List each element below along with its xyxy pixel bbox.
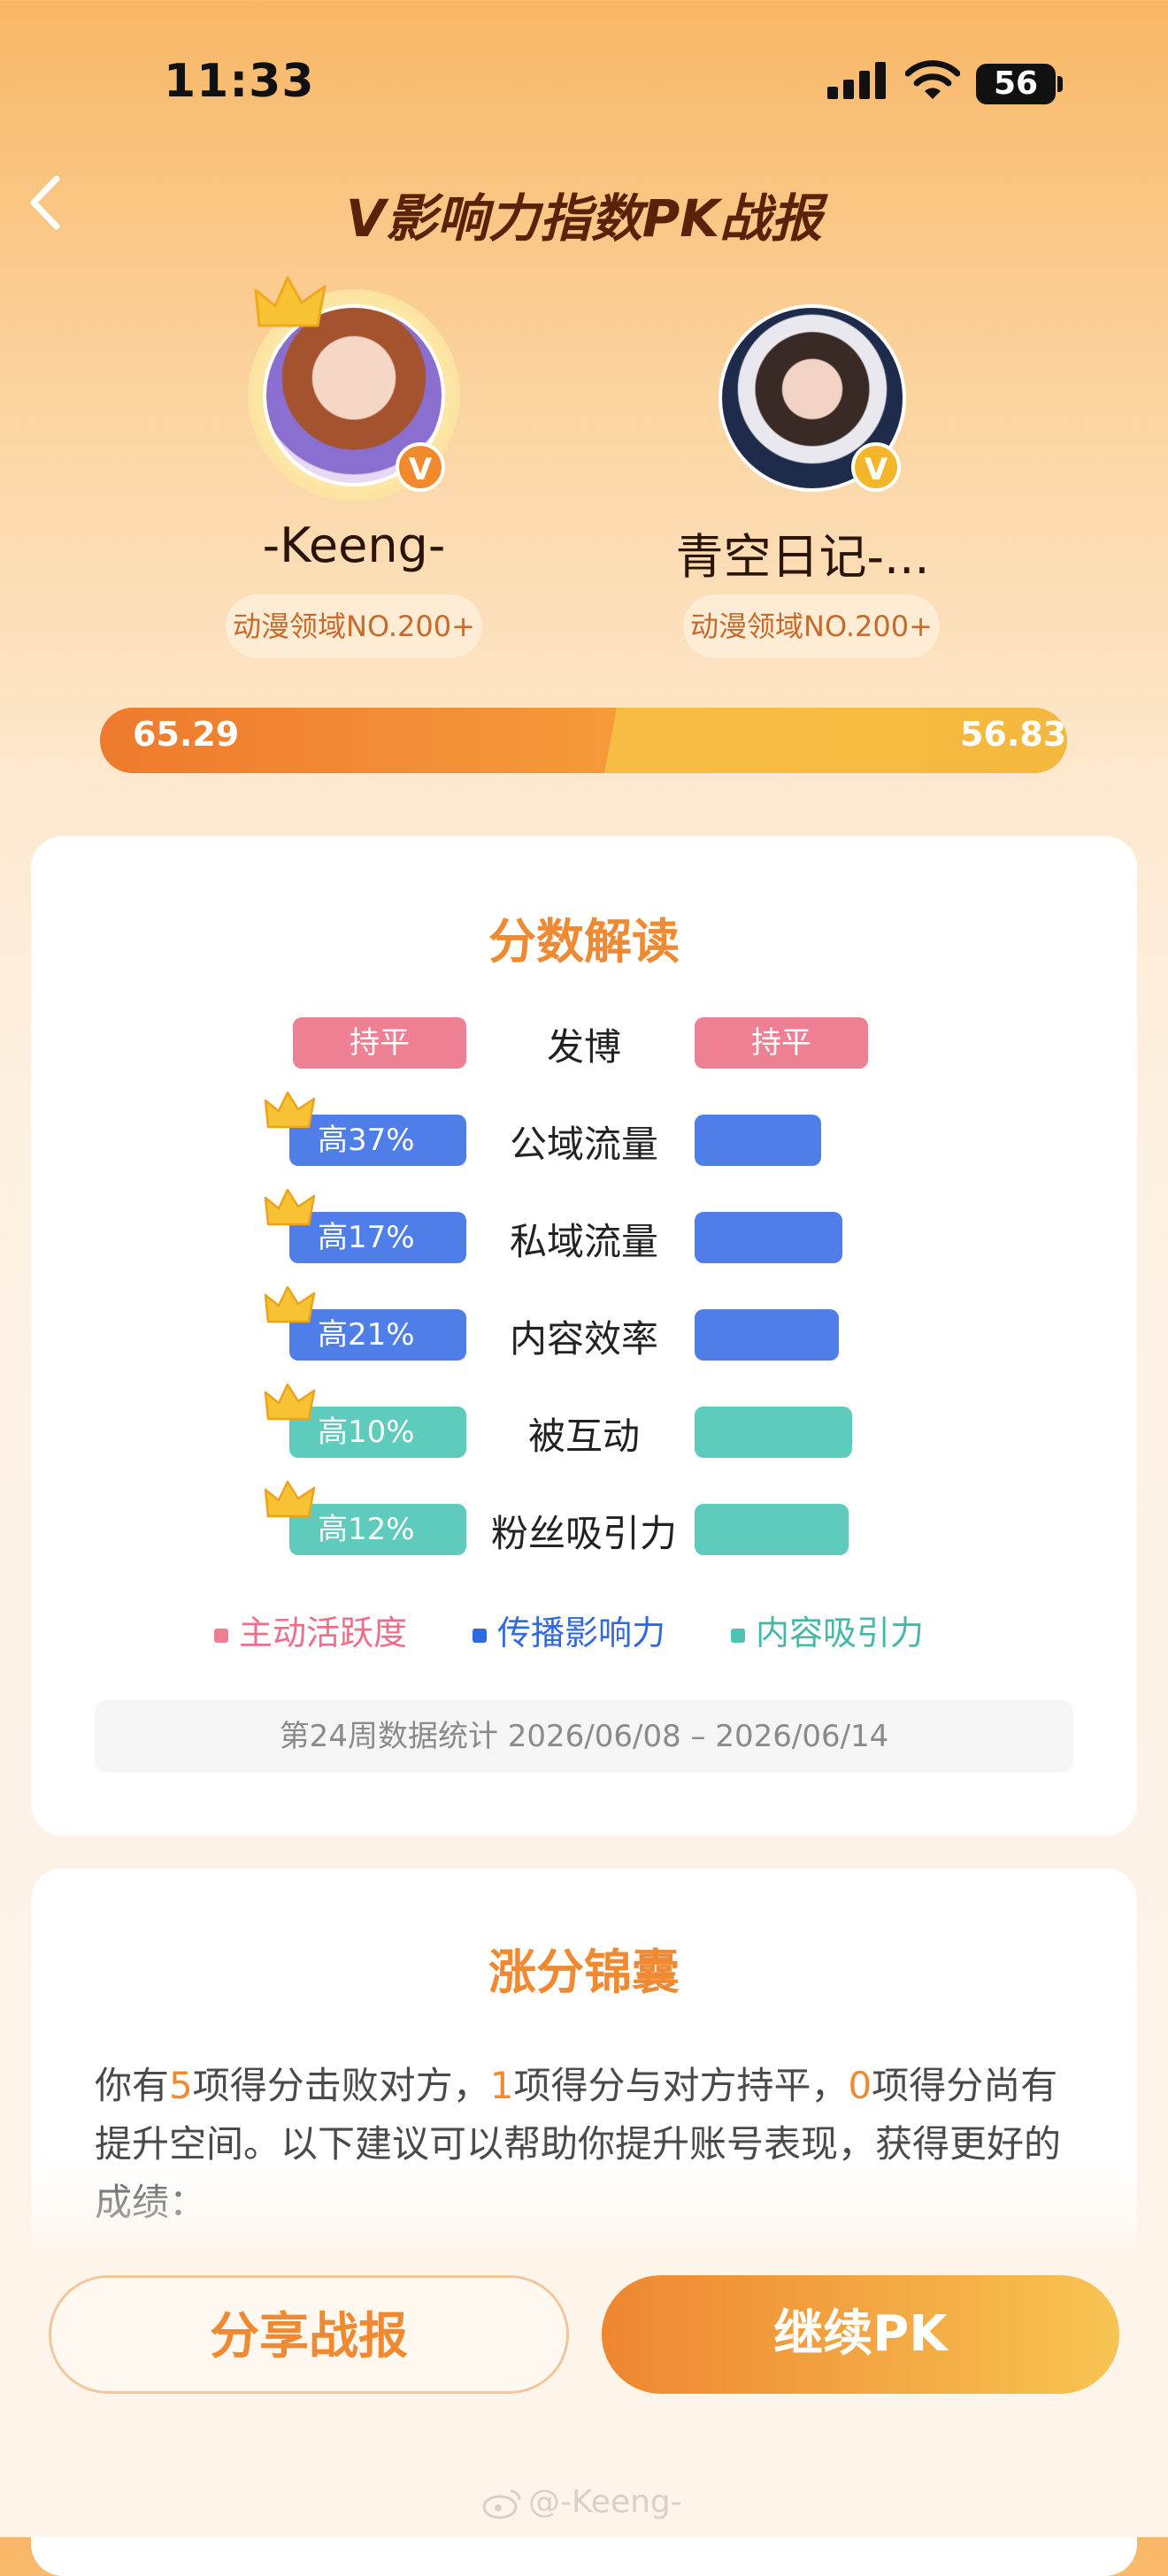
score-comparison-bar <box>100 708 1067 773</box>
player1-rank-badge: 动漫领域NO.200+ <box>226 594 482 658</box>
watermark-text: @-Keeng- <box>528 2484 682 2520</box>
score-section-title: 分数解读 <box>488 914 680 970</box>
legend-item-spread: 传播影响力 <box>473 1606 665 1654</box>
player2-metric-bar <box>695 1115 821 1166</box>
legend-dot <box>731 1628 745 1643</box>
player2-metric-bar <box>695 1407 852 1458</box>
cellular-signal-icon <box>827 62 886 99</box>
player1-metric-bar: 持平 <box>293 1017 466 1069</box>
battery-indicator: 56 <box>976 64 1056 104</box>
continue-pk-button[interactable]: 继续PK <box>602 2275 1119 2394</box>
battery-tip <box>1057 76 1063 92</box>
page-title: V影响力指数PK战报 <box>345 188 823 249</box>
wifi-icon <box>905 60 960 99</box>
legend-dot <box>214 1628 228 1643</box>
crown-icon <box>254 276 327 327</box>
player2-name: 青空日记-... <box>675 529 930 585</box>
metric-label: 发博 <box>546 1025 621 1069</box>
tie-count: 1 <box>489 2064 514 2107</box>
metric-label: 被互动 <box>527 1414 640 1458</box>
legend-label: 内容吸引力 <box>756 1614 925 1652</box>
tips-text: 你有 <box>95 2064 170 2107</box>
weibo-watermark: @-Keeng- <box>482 2484 682 2520</box>
player1-score: 65.29 <box>133 715 240 754</box>
crown-icon <box>264 1188 316 1226</box>
verified-v-icon: V <box>851 442 901 492</box>
legend-dot <box>473 1628 487 1643</box>
player2-metric-bar: 持平 <box>695 1017 868 1069</box>
metric-label: 内容效率 <box>509 1317 658 1361</box>
metric-label: 粉丝吸引力 <box>490 1512 677 1555</box>
player2-metric-bar <box>695 1309 839 1361</box>
player2-rank-badge: 动漫领域NO.200+ <box>683 594 940 658</box>
player2-metric-bar <box>695 1504 849 1555</box>
improve-count: 0 <box>848 2064 872 2107</box>
crown-icon <box>264 1383 316 1421</box>
crown-icon <box>264 1285 316 1323</box>
weibo-logo-icon <box>482 2489 521 2519</box>
tips-text: 项得分击败对方， <box>192 2064 490 2107</box>
legend-item-content: 内容吸引力 <box>731 1606 924 1654</box>
player2-score: 56.83 <box>960 715 1067 754</box>
player2-metric-bar <box>695 1212 842 1263</box>
tips-text: 项得分与对方持平， <box>513 2064 849 2107</box>
verified-v-icon: V <box>396 442 445 492</box>
legend-label: 传播影响力 <box>497 1614 666 1652</box>
metric-label: 私域流量 <box>509 1220 658 1263</box>
share-report-button[interactable]: 分享战报 <box>49 2275 569 2394</box>
data-period: 第24周数据统计 2026/06/08 – 2026/06/14 <box>95 1700 1073 1773</box>
crown-icon <box>264 1091 316 1129</box>
legend-label: 主动活跃度 <box>239 1614 408 1652</box>
player1-name: -Keeng- <box>262 518 446 573</box>
tips-section-title: 涨分锦囊 <box>488 1944 680 2000</box>
crown-icon <box>264 1480 316 1518</box>
metric-label: 公域流量 <box>509 1123 658 1166</box>
win-count: 5 <box>169 2064 193 2107</box>
status-time: 11:33 <box>164 55 315 108</box>
legend-item-active: 主动活跃度 <box>214 1606 407 1654</box>
